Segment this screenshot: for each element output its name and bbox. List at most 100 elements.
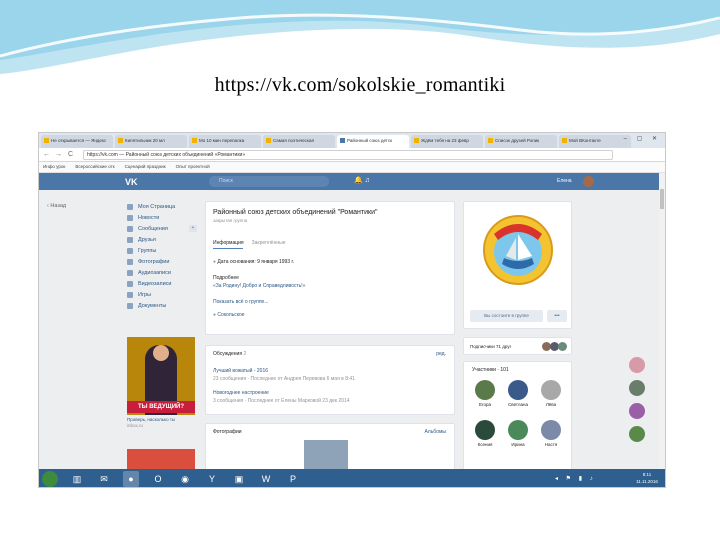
avatar[interactable]: [629, 426, 645, 442]
browser-tab[interactable]: Самая поэтическая: [263, 135, 335, 148]
firefox-icon[interactable]: ◉: [177, 471, 193, 487]
scrollbar-thumb[interactable]: [660, 189, 664, 209]
show-more-link[interactable]: Показать всё о группе...: [213, 299, 269, 305]
photos-card: Фотографии Альбомы: [205, 423, 455, 474]
topic-title[interactable]: Лучший вожатый - 2016: [213, 368, 268, 374]
photos-header[interactable]: Фотографии: [213, 429, 242, 435]
sidebar-item-label: Группы: [138, 247, 157, 254]
back-arrow-icon[interactable]: ←: [43, 151, 50, 158]
notifications-bell-icon[interactable]: 🔔 ♫: [354, 176, 370, 184]
tab-label: Районный союз детск: [347, 138, 393, 143]
subscribers-label: Подписчики 71 друг: [470, 344, 512, 349]
powerpoint-icon[interactable]: P: [285, 471, 301, 487]
favicon-icon: [118, 138, 123, 143]
sidebar-item[interactable]: Группы: [127, 245, 197, 256]
membership-button[interactable]: Вы состоите в группе: [470, 310, 543, 322]
favicon-icon: [414, 138, 419, 143]
subscribers-card[interactable]: Подписчики 71 друг: [463, 337, 572, 355]
header-wave-decoration: [0, 0, 720, 74]
window-controls[interactable]: – ▢ ✕: [624, 135, 661, 142]
members-card: Участники · 101 Егора Светлана Лёва Ксения И…: [463, 361, 572, 471]
members-header[interactable]: Участники · 101: [472, 367, 509, 373]
second-ad-image[interactable]: [127, 449, 195, 469]
mail-icon[interactable]: ✉: [96, 471, 112, 487]
advertisement-image[interactable]: ТЫ ВЕДУЩИЙ?: [127, 337, 195, 415]
member-item[interactable]: Ксения: [470, 420, 500, 447]
browser-tab[interactable]: Мо 10 мин перепалка: [189, 135, 261, 148]
avatar[interactable]: [629, 403, 645, 419]
browser-tab[interactable]: Список друзей Ролик: [485, 135, 557, 148]
member-item[interactable]: Ирина: [503, 420, 533, 447]
vk-header: VK Поиск 🔔 ♫ Елена: [39, 173, 661, 190]
tab-pinned[interactable]: Закреплённые: [252, 240, 286, 246]
opera-icon[interactable]: O: [150, 471, 166, 487]
yandex-icon[interactable]: Y: [204, 471, 220, 487]
albums-link[interactable]: Альбомы: [424, 429, 446, 435]
ad-caption[interactable]: Проверь, насколько ты inbox.ru: [127, 417, 195, 428]
group-cover-card: Вы состоите в группе •••: [463, 201, 572, 329]
location-row: ● Сокольское: [213, 312, 245, 318]
clock-time: 8:11: [642, 472, 652, 477]
avatar: [475, 380, 495, 400]
forward-arrow-icon[interactable]: →: [55, 151, 62, 158]
bookmark-link[interactable]: Всероссийские отк: [75, 164, 114, 169]
sidebar-item[interactable]: Новости: [127, 212, 197, 223]
group-info-tabs: Информация Закреплённые: [213, 240, 285, 246]
page-scrollbar[interactable]: [659, 173, 665, 469]
topic-title[interactable]: Новогоднее настроение: [213, 390, 269, 396]
member-item[interactable]: Егора: [470, 380, 500, 407]
windows-taskbar: ◂ ⚑ ▮ ♪ 8:11 11.11.2016 ▥ ✉ ● O ◉ Y ▣ W P: [39, 469, 665, 487]
plus-icon[interactable]: +: [189, 225, 197, 232]
taskbar-clock[interactable]: 8:11 11.11.2016: [630, 471, 664, 485]
member-item[interactable]: Светлана: [503, 380, 533, 407]
friends-online-column: [629, 357, 651, 449]
browser-tab[interactable]: Мой ВКонтакте: [559, 135, 631, 148]
avatar[interactable]: [629, 357, 645, 373]
bookmark-link[interactable]: Сценарий праздник: [125, 164, 166, 169]
word-icon[interactable]: W: [258, 471, 274, 487]
avatar[interactable]: [583, 176, 594, 187]
chrome-icon[interactable]: ●: [123, 471, 139, 487]
browser-tab[interactable]: Ждём тебя на 23 февр: [411, 135, 483, 148]
vk-user-name[interactable]: Елена: [557, 178, 572, 184]
bookmark-link[interactable]: Опыт проектной: [176, 164, 210, 169]
sidebar-item[interactable]: Видеозаписи: [127, 278, 197, 289]
browser-tab[interactable]: Районный союз детск: [337, 135, 409, 148]
bookmark-link[interactable]: Инфо урок: [43, 164, 65, 169]
browser-tab[interactable]: Кипятильник 20 мл: [115, 135, 187, 148]
browser-tab-strip: Не открывается — Яндекс Кипятильник 20 мл…: [39, 133, 665, 148]
member-item[interactable]: Настя: [536, 420, 566, 447]
avatar: [558, 342, 567, 351]
founded-date: Дата основания: 9 января 1993 г.: [217, 259, 295, 265]
back-link[interactable]: ‹ Назад: [47, 203, 66, 209]
reload-icon[interactable]: C: [68, 151, 73, 158]
sidebar-item[interactable]: Фотографии: [127, 256, 197, 267]
topic-meta: 3 сообщения · Последнее от Елены Марково…: [213, 398, 350, 404]
sidebar-item[interactable]: Аудиозаписи: [127, 267, 197, 278]
sidebar-item[interactable]: Документы: [127, 300, 197, 311]
tab-info[interactable]: Информация: [213, 240, 244, 246]
group-logo[interactable]: [482, 214, 554, 286]
more-actions-button[interactable]: •••: [547, 310, 567, 322]
start-button-icon[interactable]: [42, 471, 58, 487]
address-input[interactable]: https://vk.com — Районный союз детских о…: [83, 150, 613, 160]
sidebar-item[interactable]: Сообщения +: [127, 223, 197, 234]
favicon-icon: [266, 138, 271, 143]
avatar[interactable]: [629, 380, 645, 396]
explorer-icon[interactable]: ▥: [69, 471, 85, 487]
sidebar-item[interactable]: Друзья: [127, 234, 197, 245]
vk-logo[interactable]: VK: [125, 177, 138, 187]
sidebar-item[interactable]: Моя Страница: [127, 201, 197, 212]
sidebar-item-label: Игры: [138, 291, 151, 298]
discussions-header[interactable]: Обсуждения 2: [213, 351, 246, 357]
sidebar-item[interactable]: Игры: [127, 289, 197, 300]
discussions-edit-link[interactable]: ред.: [436, 351, 446, 357]
vk-search-input[interactable]: Поиск: [209, 176, 329, 187]
member-item[interactable]: Лёва: [536, 380, 566, 407]
system-tray[interactable]: ◂ ⚑ ▮ ♪: [555, 475, 596, 482]
group-location[interactable]: Сокольское: [217, 312, 244, 318]
tab-label: Ждём тебя на 23 февр: [421, 138, 469, 143]
member-name: Настя: [544, 442, 558, 447]
camera-app-icon[interactable]: ▣: [231, 471, 247, 487]
browser-tab[interactable]: Не открывается — Яндекс: [41, 135, 113, 148]
